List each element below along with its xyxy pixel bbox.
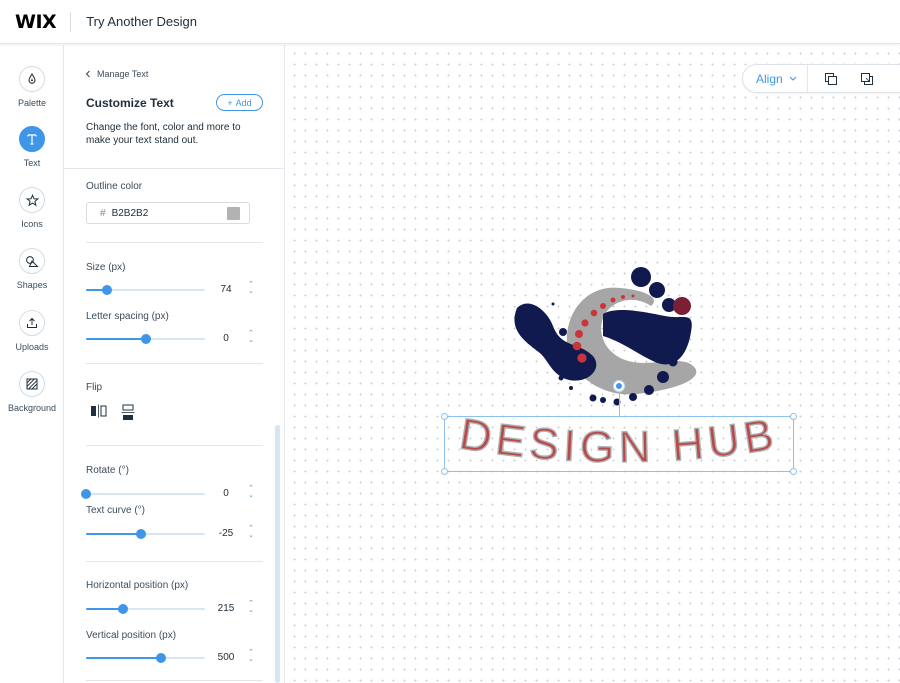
add-label: Add <box>235 97 252 108</box>
resize-handle-top-left[interactable] <box>441 413 448 420</box>
text-curve-value[interactable]: -25 <box>214 528 238 539</box>
left-rail: Palette Text Icons Shapes Uploads Backgr… <box>0 45 64 683</box>
star-icon <box>19 187 45 213</box>
size-stepper[interactable]: ⌃ ⌄ <box>246 281 256 297</box>
horizontal-position-label: Horizontal position (px) <box>86 580 189 591</box>
vertical-position-value[interactable]: 500 <box>214 652 238 663</box>
customize-text-panel: Manage Text Customize Text + Add Change … <box>64 45 285 683</box>
flip-horizontal-icon[interactable] <box>90 404 108 418</box>
divider <box>86 363 263 364</box>
rotate-handle[interactable] <box>613 380 625 392</box>
bring-forward-icon[interactable] <box>824 72 838 86</box>
top-bar: WIX Try Another Design <box>0 0 900 44</box>
letter-spacing-value[interactable]: 0 <box>214 333 238 344</box>
divider <box>86 445 263 446</box>
resize-handle-bottom-right[interactable] <box>790 468 797 475</box>
rail-item-label: Background <box>7 403 57 413</box>
rail-item-label: Icons <box>21 219 43 229</box>
top-bar-divider <box>70 11 72 32</box>
align-label: Align <box>756 71 783 86</box>
letter-spacing-label: Letter spacing (px) <box>86 311 169 322</box>
add-text-button[interactable]: + Add <box>216 94 263 111</box>
resize-handle-bottom-left[interactable] <box>441 468 448 475</box>
divider <box>86 561 263 562</box>
horizontal-position-slider[interactable] <box>86 604 205 614</box>
text-curve-stepper[interactable]: ⌃ ⌄ <box>246 525 256 541</box>
horizontal-position-stepper[interactable]: ⌃ ⌄ <box>246 600 256 616</box>
text-icon <box>19 126 45 152</box>
slider-knob[interactable] <box>140 334 151 344</box>
rail-item-palette[interactable]: Palette <box>0 66 64 108</box>
text-curve-slider[interactable] <box>86 529 205 539</box>
flip-vertical-icon[interactable] <box>121 404 135 422</box>
plus-icon: + <box>227 97 233 108</box>
vertical-position-label: Vertical position (px) <box>86 630 177 641</box>
back-to-manage-text[interactable]: Manage Text <box>85 69 148 79</box>
rotation-line <box>619 390 620 416</box>
rail-item-text[interactable]: Text <box>0 126 64 168</box>
palette-icon <box>19 66 45 92</box>
wix-logo[interactable]: WIX <box>15 11 57 33</box>
size-label: Size (px) <box>86 262 126 273</box>
rail-item-label: Uploads <box>15 342 49 352</box>
rail-item-shapes[interactable]: Shapes <box>0 248 64 290</box>
slider-knob[interactable] <box>81 489 91 499</box>
slider-knob[interactable] <box>102 285 113 295</box>
back-label: Manage Text <box>97 69 149 79</box>
vertical-position-slider[interactable] <box>86 653 205 663</box>
rail-item-background[interactable]: Background <box>0 371 64 413</box>
rail-item-icons[interactable]: Icons <box>0 187 64 229</box>
page-title: Try Another Design <box>86 14 197 29</box>
outline-color-swatch[interactable] <box>227 207 240 220</box>
horizontal-position-value[interactable]: 215 <box>214 603 238 614</box>
size-slider[interactable] <box>86 285 205 295</box>
text-curve-label: Text curve (°) <box>86 505 146 516</box>
chevron-down-icon <box>789 76 797 81</box>
slider-knob[interactable] <box>117 604 128 614</box>
rail-item-label: Shapes <box>16 280 48 290</box>
toolbar-divider <box>806 64 808 93</box>
flip-label: Flip <box>86 382 103 393</box>
slider-knob[interactable] <box>155 653 166 663</box>
panel-header: Manage Text Customize Text + Add Change … <box>64 45 284 169</box>
rail-item-uploads[interactable]: Uploads <box>0 310 64 352</box>
logo-artwork-icon[interactable] <box>505 262 705 412</box>
letter-spacing-stepper[interactable]: ⌃ ⌄ <box>246 330 256 346</box>
rail-item-label: Palette <box>17 98 47 108</box>
letter-spacing-slider[interactable] <box>86 334 205 344</box>
rotate-slider[interactable] <box>81 489 205 499</box>
shapes-icon <box>19 248 45 274</box>
rotate-stepper[interactable]: ⌃ ⌄ <box>246 485 256 501</box>
divider <box>86 242 263 243</box>
chevron-left-icon <box>85 70 90 78</box>
panel-title: Customize Text <box>86 96 174 110</box>
canvas-toolbar: Align <box>742 64 900 93</box>
resize-handle-top-right[interactable] <box>790 413 797 420</box>
upload-icon <box>19 310 45 336</box>
send-backward-icon[interactable] <box>860 72 874 86</box>
rail-item-label: Text <box>23 158 41 168</box>
hash-symbol: # <box>100 207 106 219</box>
panel-scrollbar[interactable] <box>275 425 280 683</box>
panel-description: Change the font, color and more to make … <box>86 122 241 146</box>
vertical-position-stepper[interactable]: ⌃ ⌄ <box>246 649 256 665</box>
size-value[interactable]: 74 <box>214 284 238 295</box>
selection-box <box>444 416 794 472</box>
align-dropdown[interactable]: Align <box>756 72 797 86</box>
rotate-label: Rotate (°) <box>86 465 129 476</box>
rotate-value[interactable]: 0 <box>214 488 238 499</box>
outline-color-value: B2B2B2 <box>111 207 149 219</box>
background-icon <box>19 371 45 397</box>
slider-knob[interactable] <box>135 529 146 539</box>
outline-color-field[interactable]: # B2B2B2 <box>86 202 250 224</box>
outline-color-label: Outline color <box>86 181 143 192</box>
divider <box>86 680 263 681</box>
